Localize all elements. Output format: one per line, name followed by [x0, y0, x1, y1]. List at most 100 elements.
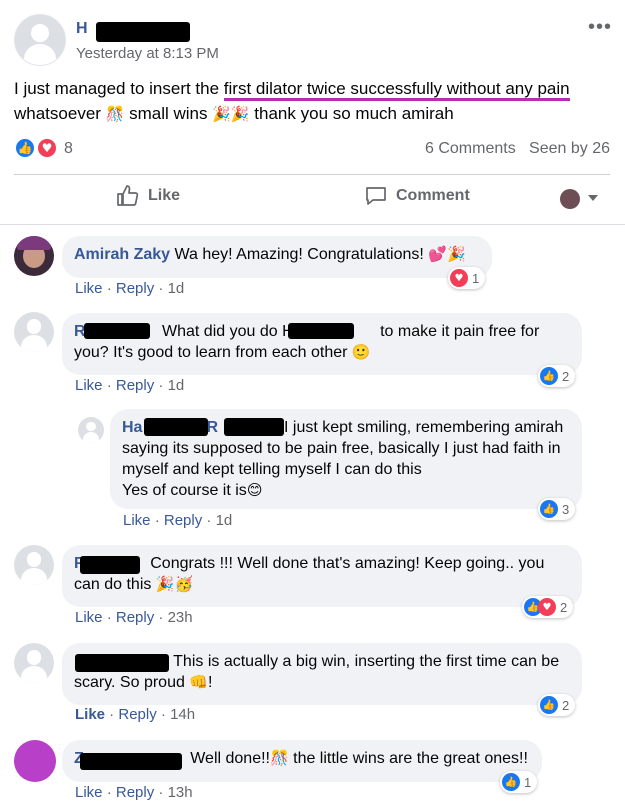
hearts-emoji: 💕🎉	[428, 245, 466, 263]
reaction-count[interactable]: 8	[64, 140, 73, 158]
comment-reactions[interactable]: 👍 2	[538, 694, 576, 716]
comment-reactions[interactable]: 👍 2	[538, 365, 576, 387]
comment-reactions[interactable]: 👍 1	[500, 771, 538, 793]
reaction-count: 3	[562, 501, 570, 517]
like-reaction-icon: 👍	[540, 500, 558, 518]
avatar[interactable]	[14, 236, 54, 276]
comment-reply-link[interactable]: Reply	[118, 706, 156, 723]
comment-reactions[interactable]: ♥ 1	[448, 267, 486, 289]
avatar[interactable]	[14, 545, 54, 585]
comment-time[interactable]: 23h	[168, 609, 193, 626]
chevron-down-icon[interactable]	[588, 195, 598, 201]
redaction-bar	[288, 323, 354, 339]
comment-bubble: Amirah Zaky Wa hey! Amazing! Congratulat…	[62, 236, 492, 278]
divider	[14, 174, 610, 175]
confetti-emoji: 🎊	[269, 749, 289, 767]
comment-reply-link[interactable]: Reply	[116, 377, 154, 394]
comment-reply-link[interactable]: Reply	[116, 280, 154, 297]
reaction-count: 2	[560, 599, 568, 615]
redaction-bar	[224, 418, 284, 436]
comment-reactions[interactable]: 👍 ♥ 2	[522, 596, 574, 618]
post-text-start: I just managed to insert the	[14, 79, 224, 98]
post-text-part: small wins	[124, 104, 213, 123]
stats-right: 6 Comments Seen by 26	[425, 140, 610, 158]
comment-like-link[interactable]: Like	[75, 706, 105, 723]
comments-count[interactable]: 6 Comments	[425, 140, 516, 157]
post-text: I just managed to insert the first dilat…	[14, 76, 610, 127]
comment-reply-link[interactable]: Reply	[116, 609, 154, 626]
comment-like-link[interactable]: Like	[75, 280, 103, 297]
comment-actions: Like · Reply · 1d	[75, 280, 185, 297]
like-reaction-icon: 👍	[502, 773, 520, 791]
comment-like-link[interactable]: Like	[75, 377, 103, 394]
comment-author-name[interactable]: R	[206, 419, 218, 436]
comment-reply-link[interactable]: Reply	[164, 512, 202, 529]
like-button-label: Like	[148, 187, 181, 204]
comment-like-link[interactable]: Like	[123, 512, 151, 529]
like-reaction-icon: 👍	[540, 696, 558, 714]
party-popper-emoji: 🎉🎉	[212, 105, 250, 123]
comment-button[interactable]: Comment	[364, 184, 470, 208]
like-reaction-icon[interactable]: 👍	[14, 137, 36, 159]
post-author-name[interactable]: H	[76, 20, 88, 38]
redaction-bar	[80, 753, 182, 770]
redaction-bar	[144, 418, 208, 436]
redaction-bar	[96, 22, 190, 42]
post-stats: 👍 ♥ 8 6 Comments Seen by 26	[14, 136, 610, 162]
comment-like-link[interactable]: Like	[75, 784, 103, 801]
comment-actions: Like · Reply · 1d	[75, 377, 185, 394]
post-text-part: whatsoever	[14, 104, 106, 123]
comment-text: Congrats !!! Well done that's amazing! K…	[74, 555, 545, 593]
comment-actions: Like · Reply · 13h	[75, 784, 193, 801]
comment-reactions[interactable]: 👍 3	[538, 498, 576, 520]
reaction-count: 2	[562, 368, 570, 384]
comment-text: the little wins are the great ones!!	[288, 750, 528, 767]
avatar[interactable]	[14, 643, 54, 683]
like-button[interactable]: Like	[116, 184, 180, 208]
reaction-count: 1	[524, 774, 532, 790]
post-author-avatar[interactable]	[14, 14, 66, 66]
comment-bubble: This is actually a big win, inserting th…	[62, 643, 582, 705]
comment-actions: Like · Reply · 23h	[75, 609, 193, 626]
comment-author-name[interactable]: Ha	[122, 419, 142, 436]
smile-emoji: 😊	[246, 481, 263, 499]
comment-button-label: Comment	[396, 187, 470, 204]
comment-like-link[interactable]: Like	[75, 609, 103, 626]
post-text-end: thank you so much amirah	[249, 104, 454, 123]
thumbs-up-icon	[117, 185, 139, 206]
comment-text: !	[208, 674, 213, 691]
post-text-highlight: first dilator twice successfully without…	[223, 79, 570, 101]
avatar-headscarf	[17, 236, 51, 250]
comment-time[interactable]: 14h	[170, 706, 195, 723]
comment-time[interactable]: 1d	[168, 280, 185, 297]
love-reaction-icon[interactable]: ♥	[36, 137, 58, 159]
comment-bubble: F Congrats !!! Well done that's amazing!…	[62, 545, 582, 607]
confetti-emoji: 🎊	[105, 105, 125, 123]
reaction-count: 1	[472, 270, 480, 286]
post-timestamp[interactable]: Yesterday at 8:13 PM	[76, 45, 219, 62]
viewer-avatar[interactable]	[560, 189, 580, 209]
comment-text: Well done!!	[190, 750, 270, 767]
comment-time[interactable]: 13h	[168, 784, 193, 801]
comment-icon	[366, 187, 386, 205]
like-reaction-icon: 👍	[540, 367, 558, 385]
seen-by-count[interactable]: Seen by 26	[529, 140, 610, 157]
redaction-bar	[84, 323, 150, 339]
author-name-visible: H	[76, 20, 88, 37]
love-reaction-icon: ♥	[450, 269, 468, 287]
avatar[interactable]	[14, 740, 56, 782]
avatar[interactable]	[78, 417, 104, 443]
comment-text: What did you do H	[162, 323, 294, 340]
redaction-bar	[80, 556, 140, 574]
post-action-bar: Like Comment	[14, 176, 610, 222]
post-header: H Yesterday at 8:13 PM •••	[14, 14, 614, 70]
more-horizontal-icon[interactable]: •••	[588, 16, 612, 39]
avatar[interactable]	[14, 312, 54, 352]
comment-time[interactable]: 1d	[216, 512, 233, 529]
comment-author-name[interactable]: Amirah Zaky	[74, 246, 170, 263]
comment-text: Yes of course it is	[122, 482, 247, 499]
redaction-bar	[75, 654, 169, 672]
comment-time[interactable]: 1d	[168, 377, 185, 394]
reaction-count: 2	[562, 697, 570, 713]
comment-reply-link[interactable]: Reply	[116, 784, 154, 801]
